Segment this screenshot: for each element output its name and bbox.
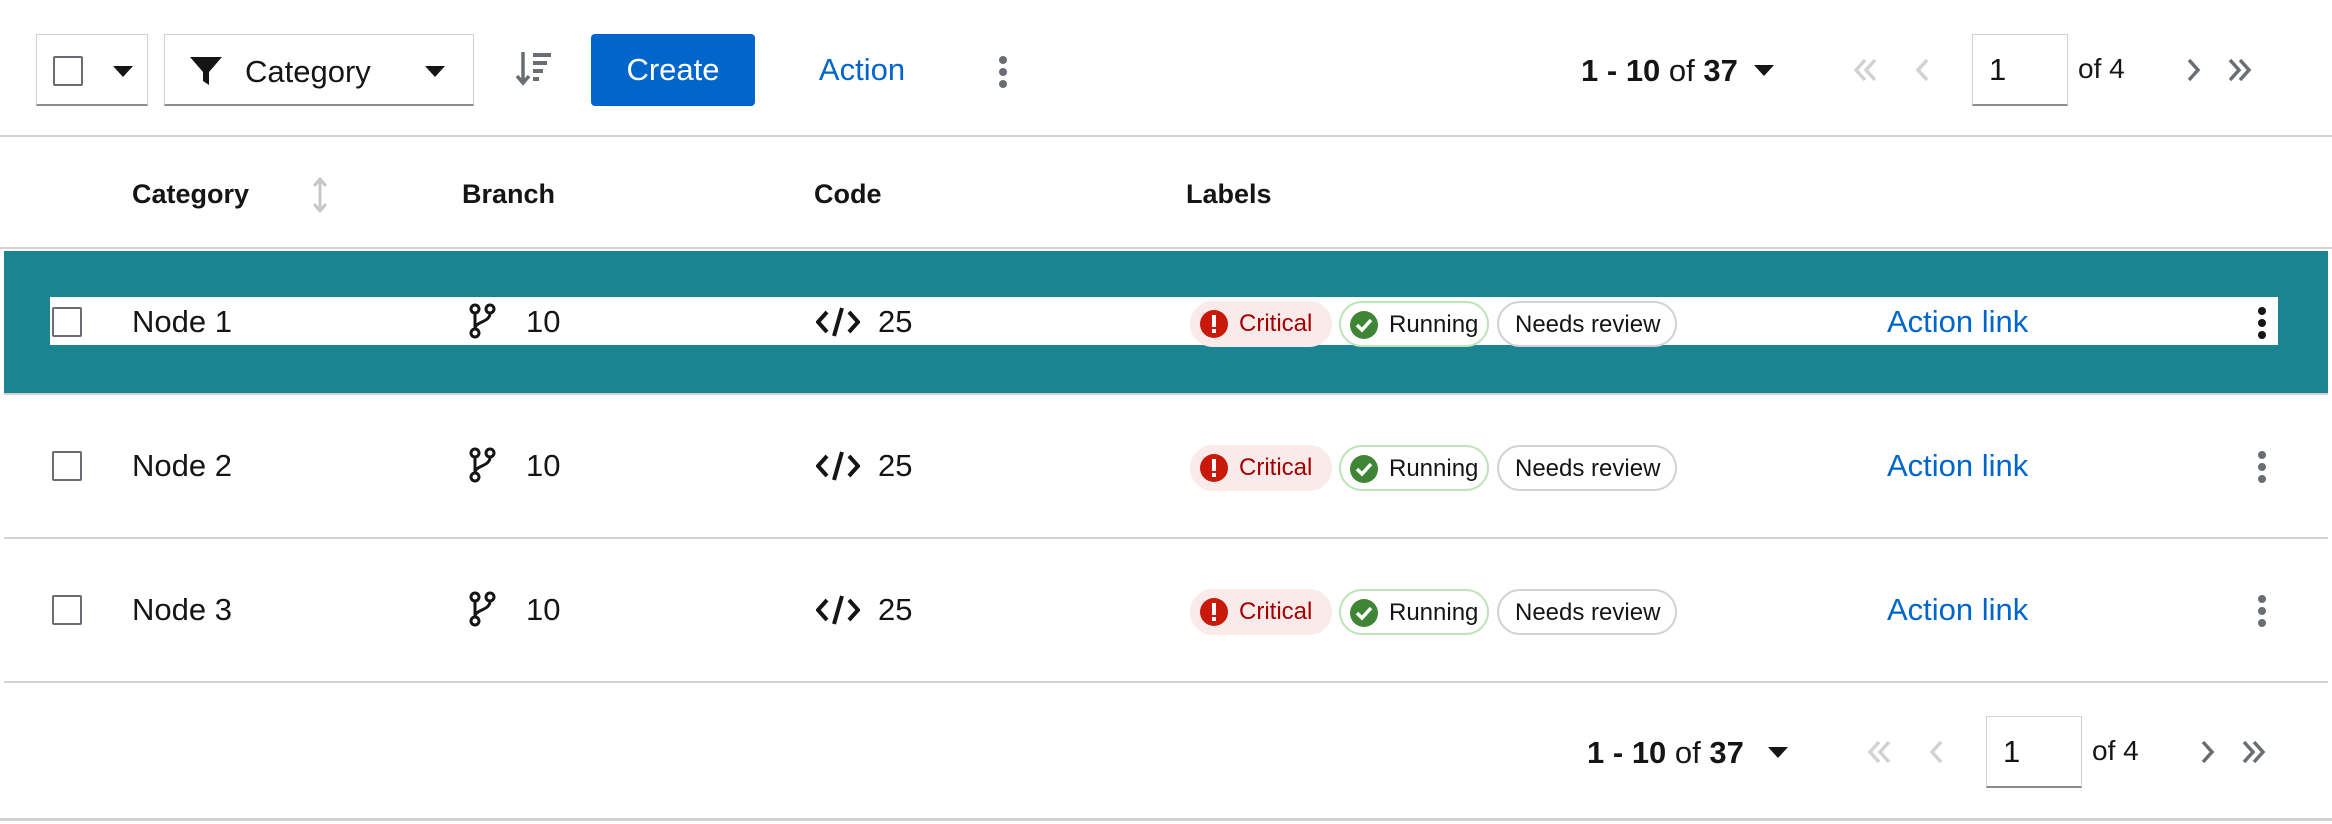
previous-page-icon[interactable] bbox=[1908, 56, 1938, 84]
bottom-pagination: 1 - 10 of 37 1 of 4 bbox=[1584, 716, 2304, 788]
label-needs-review: Needs review bbox=[1497, 445, 1677, 491]
branch-count: 10 bbox=[526, 448, 561, 483]
total-pages: of 4 bbox=[2092, 735, 2139, 766]
toolbar: Category Create Action 1 - 10 of 37 1 of… bbox=[0, 0, 2332, 137]
caret-down-icon bbox=[113, 66, 133, 77]
next-page-icon[interactable] bbox=[2192, 738, 2222, 766]
previous-page-icon[interactable] bbox=[1922, 738, 1952, 766]
label-needs-review: Needs review bbox=[1497, 589, 1677, 635]
action-link[interactable]: Action link bbox=[1887, 448, 2028, 484]
column-header-labels: Labels bbox=[1186, 179, 1272, 209]
toolbar-kebab-icon[interactable] bbox=[999, 56, 1007, 92]
pagination-range-toggle[interactable]: 1 - 10 of 37 bbox=[1587, 735, 1744, 771]
top-pagination: 1 - 10 of 37 1 of 4 bbox=[1578, 34, 2298, 106]
check-circle-icon bbox=[1350, 455, 1378, 483]
action-link[interactable]: Action link bbox=[1887, 592, 2028, 628]
sort-icon[interactable] bbox=[312, 177, 328, 213]
bulk-select-dropdown[interactable] bbox=[36, 34, 148, 106]
code-count: 25 bbox=[878, 304, 913, 339]
create-button[interactable]: Create bbox=[591, 34, 755, 106]
action-link[interactable]: Action link bbox=[1887, 304, 2028, 340]
next-page-icon[interactable] bbox=[2178, 56, 2208, 84]
code-icon bbox=[816, 595, 860, 625]
last-page-icon[interactable] bbox=[2225, 56, 2255, 84]
row-name: Node 2 bbox=[132, 448, 232, 483]
last-page-icon[interactable] bbox=[2239, 738, 2269, 766]
label-running: Running bbox=[1339, 301, 1489, 347]
code-icon bbox=[816, 307, 860, 337]
row-kebab-icon[interactable] bbox=[2258, 451, 2266, 487]
page-number-input[interactable]: 1 bbox=[1986, 716, 2082, 788]
row-name: Node 1 bbox=[132, 304, 232, 339]
page-number-input[interactable]: 1 bbox=[1972, 34, 2068, 106]
bottom-toolbar: 1 - 10 of 37 1 of 4 bbox=[0, 683, 2332, 821]
label-needs-review: Needs review bbox=[1497, 301, 1677, 347]
filter-icon bbox=[190, 57, 222, 85]
caret-down-icon bbox=[425, 66, 445, 77]
table-header: Category Branch Code Labels bbox=[0, 137, 2332, 249]
bulk-select-checkbox[interactable] bbox=[53, 56, 83, 86]
code-icon bbox=[816, 451, 860, 481]
label-running: Running bbox=[1339, 445, 1489, 491]
exclamation-circle-icon bbox=[1200, 454, 1228, 482]
table-row[interactable]: Node 2 10 25 Critical Running Needs revi… bbox=[4, 395, 2328, 539]
table-row[interactable]: Node 1 10 25 Critical Running Needs revi… bbox=[4, 251, 2328, 395]
code-branch-icon bbox=[469, 591, 496, 627]
label-critical: Critical bbox=[1190, 301, 1332, 347]
exclamation-circle-icon bbox=[1200, 310, 1228, 338]
filter-label: Category bbox=[245, 54, 371, 89]
label-critical: Critical bbox=[1190, 445, 1332, 491]
exclamation-circle-icon bbox=[1200, 598, 1228, 626]
column-header-code: Code bbox=[814, 179, 882, 209]
label-critical: Critical bbox=[1190, 589, 1332, 635]
column-header-category[interactable]: Category bbox=[132, 179, 249, 210]
action-button[interactable]: Action bbox=[800, 34, 924, 106]
row-name: Node 3 bbox=[132, 592, 232, 627]
sort-amount-down-icon[interactable] bbox=[514, 50, 554, 86]
table-row[interactable]: Node 3 10 25 Critical Running Needs revi… bbox=[4, 539, 2328, 683]
data-table-view: Category Create Action 1 - 10 of 37 1 of… bbox=[0, 0, 2332, 824]
code-branch-icon bbox=[469, 447, 496, 483]
caret-down-icon[interactable] bbox=[1754, 65, 1774, 76]
row-checkbox[interactable] bbox=[52, 595, 82, 625]
branch-count: 10 bbox=[526, 304, 561, 339]
branch-count: 10 bbox=[526, 592, 561, 627]
check-circle-icon bbox=[1350, 311, 1378, 339]
code-count: 25 bbox=[878, 448, 913, 483]
first-page-icon[interactable] bbox=[1864, 738, 1894, 766]
caret-down-icon[interactable] bbox=[1768, 747, 1788, 758]
row-kebab-icon[interactable] bbox=[2258, 307, 2266, 343]
code-branch-icon bbox=[469, 303, 496, 339]
check-circle-icon bbox=[1350, 599, 1378, 627]
first-page-icon[interactable] bbox=[1850, 56, 1880, 84]
row-kebab-icon[interactable] bbox=[2258, 595, 2266, 631]
row-checkbox[interactable] bbox=[52, 307, 82, 337]
code-count: 25 bbox=[878, 592, 913, 627]
label-running: Running bbox=[1339, 589, 1489, 635]
category-filter-dropdown[interactable]: Category bbox=[164, 34, 474, 106]
column-header-branch: Branch bbox=[462, 179, 556, 209]
total-pages: of 4 bbox=[2078, 53, 2125, 84]
pagination-range-toggle[interactable]: 1 - 10 of 37 bbox=[1581, 53, 1738, 89]
row-checkbox[interactable] bbox=[52, 451, 82, 481]
